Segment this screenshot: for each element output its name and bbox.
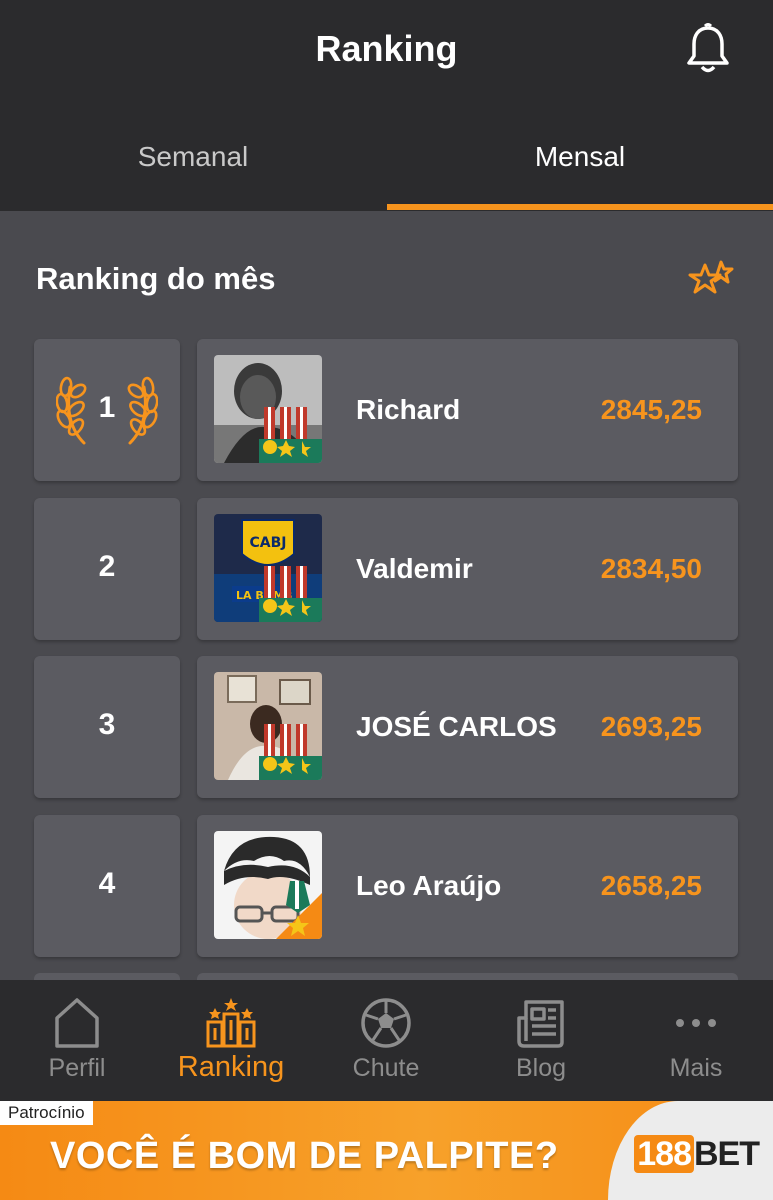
user-card[interactable]: JOSÉ CARLOS 2693,25 <box>197 656 738 798</box>
position-number: 2 <box>98 550 116 583</box>
ranking-row-1[interactable]: 1 Richard 2845,25 <box>34 339 738 481</box>
position-number: 3 <box>98 708 116 741</box>
ranking-row-3[interactable]: 3 JOSÉ CARLOS 2693,25 <box>34 656 738 798</box>
bell-icon[interactable] <box>683 22 733 76</box>
user-card[interactable]: Richard 2845,25 <box>197 339 738 481</box>
tab-semanal[interactable]: Semanal <box>0 105 386 211</box>
avatar[interactable] <box>214 672 322 780</box>
app: Ranking Semanal Mensal Ranking do mês 1 … <box>0 0 773 1200</box>
avatar-illustration <box>214 831 322 939</box>
nav-blog[interactable]: Blog <box>464 980 618 1101</box>
brand-logo: 188BET <box>634 1135 760 1174</box>
svg-text:CABJ: CABJ <box>250 535 287 551</box>
user-card[interactable]: CABJ LA BOMB Val <box>197 498 738 640</box>
avatar[interactable] <box>214 355 322 463</box>
active-tab-indicator <box>387 204 773 210</box>
banner-headline: VOCÊ É BOM DE PALPITE? <box>50 1135 559 1177</box>
more-dots-icon <box>676 1019 716 1027</box>
nav-label: Mais <box>669 1054 723 1082</box>
user-name: JOSÉ CARLOS <box>356 711 557 742</box>
nav-label: Chute <box>352 1054 420 1082</box>
user-score: 2834,50 <box>600 553 702 584</box>
page-title: Ranking <box>315 28 458 69</box>
position-card: 4 <box>34 815 180 957</box>
ranking-tabs: Semanal Mensal <box>0 105 773 211</box>
next-row-position-card-peek <box>34 973 180 980</box>
position-number: 4 <box>98 867 116 900</box>
nav-chute[interactable]: Chute <box>309 980 463 1101</box>
user-card[interactable]: Leo Araújo 2658,25 <box>197 815 738 957</box>
user-name: Leo Araújo <box>356 870 502 901</box>
user-score: 2693,25 <box>600 711 702 742</box>
user-score: 2658,25 <box>600 870 702 901</box>
nav-perfil[interactable]: Perfil <box>0 980 154 1101</box>
home-icon <box>55 998 99 1048</box>
nav-mais[interactable]: Mais <box>619 980 773 1101</box>
sponsor-banner[interactable]: Patrocínio VOCÊ É BOM DE PALPITE? 188BET <box>0 1101 773 1200</box>
user-name: Valdemir <box>356 553 473 584</box>
ranking-row-2[interactable]: 2 CABJ LA BOMB <box>34 498 738 640</box>
avatar[interactable] <box>214 831 322 939</box>
ranking-row-4[interactable]: 4 Leo Araújo 2658,25 <box>34 815 738 957</box>
soccer-ball-icon <box>361 998 411 1048</box>
avatar-photo-crest: CABJ LA BOMB <box>214 514 322 622</box>
next-row-user-card-peek <box>197 973 738 980</box>
avatar-photo-grayscale <box>214 355 322 463</box>
nav-ranking[interactable]: Ranking <box>154 980 308 1101</box>
tab-mensal[interactable]: Mensal <box>387 105 773 211</box>
section-title: Ranking do mês <box>36 261 276 296</box>
position-number: 1 <box>98 391 116 424</box>
nav-label: Perfil <box>48 1054 106 1082</box>
trophy-podium-icon <box>206 998 256 1048</box>
ranking-content[interactable]: Ranking do mês 1 Richard 2845,25 2 CABJ … <box>0 211 773 980</box>
avatar-photo-person <box>214 672 322 780</box>
user-name: Richard <box>356 394 461 425</box>
nav-label: Blog <box>515 1054 567 1082</box>
position-card: 3 <box>34 656 180 798</box>
avatar[interactable]: CABJ LA BOMB <box>214 514 322 622</box>
bottom-navigation: Perfil Ranking Chute Blog Mais <box>0 980 773 1101</box>
app-header: Ranking <box>0 0 773 105</box>
newspaper-icon <box>517 1000 564 1048</box>
user-score: 2845,25 <box>600 394 702 425</box>
stars-icon[interactable] <box>685 259 737 301</box>
sponsor-tag: Patrocínio <box>0 1101 93 1125</box>
nav-label: Ranking <box>177 1051 285 1083</box>
position-card: 1 <box>34 339 180 481</box>
position-card: 2 <box>34 498 180 640</box>
